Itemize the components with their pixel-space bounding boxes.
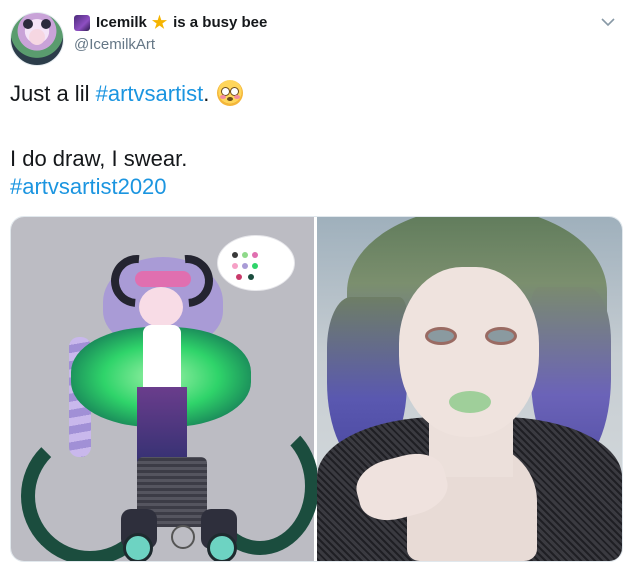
tweet-text-prefix: Just a lil bbox=[10, 81, 96, 106]
avatar-face bbox=[29, 29, 45, 45]
flushed-face-icon bbox=[217, 80, 244, 106]
media-image-drawing[interactable] bbox=[11, 217, 319, 561]
drawing-face bbox=[139, 287, 183, 327]
avatar-horn-right bbox=[41, 19, 51, 29]
star-icon: ★ bbox=[151, 13, 168, 32]
tweet-card: Icemilk ★ is a busy bee @IcemilkArt Just… bbox=[0, 0, 635, 569]
tweet-text-suffix: . bbox=[203, 81, 210, 106]
drawing-wheel-right bbox=[207, 533, 237, 561]
chevron-down-icon[interactable] bbox=[601, 14, 615, 30]
tweet-text-line-1: Just a lil #artvsartist. bbox=[10, 80, 244, 108]
photo-face bbox=[399, 267, 539, 437]
media-image-photo[interactable] bbox=[317, 217, 622, 561]
drawing-goggles bbox=[135, 271, 191, 287]
galaxy-emoji-icon bbox=[74, 14, 90, 31]
photo-eye-left bbox=[425, 327, 457, 345]
display-name-row[interactable]: Icemilk ★ is a busy bee bbox=[74, 14, 267, 31]
status-text: is a busy bee bbox=[173, 14, 268, 31]
tweet-text-line-2: I do draw, I swear. bbox=[10, 146, 188, 171]
drawing-wheel-left bbox=[123, 533, 153, 561]
palette-bubble bbox=[217, 235, 295, 291]
avatar-horn-left bbox=[23, 19, 33, 29]
user-handle[interactable]: @IcemilkArt bbox=[74, 36, 155, 53]
photo-green-lips bbox=[449, 391, 491, 413]
media-grid bbox=[10, 216, 623, 562]
display-name[interactable]: Icemilk bbox=[96, 14, 147, 31]
hashtag-artvsartist2020[interactable]: #artvsartist2020 bbox=[10, 173, 167, 201]
hashtag-artvsartist[interactable]: #artvsartist bbox=[96, 81, 204, 106]
photo-eye-right bbox=[485, 327, 517, 345]
avatar[interactable] bbox=[10, 12, 64, 66]
artist-signature-mark bbox=[171, 525, 195, 549]
